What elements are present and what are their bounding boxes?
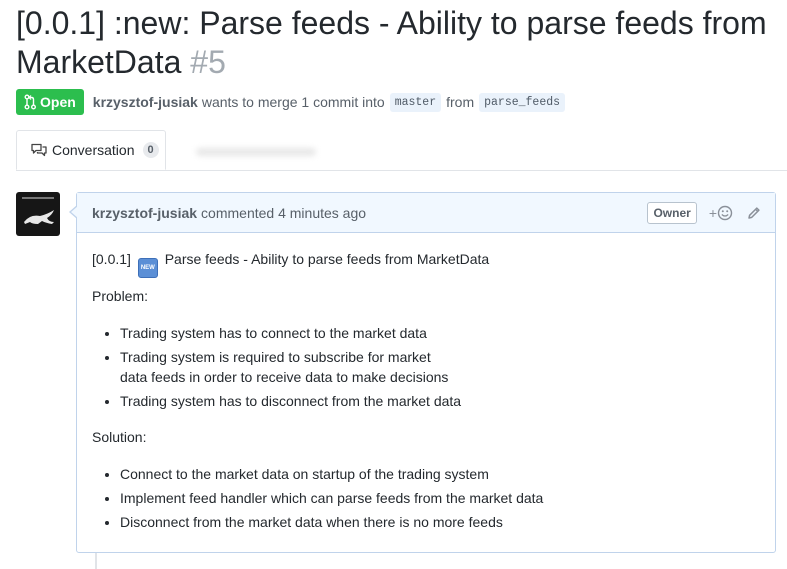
smiley-icon	[717, 205, 733, 221]
comment-actions: Owner +	[647, 193, 761, 233]
tab-bar: Conversation 0	[16, 130, 787, 171]
avatar[interactable]	[16, 192, 60, 236]
timeline-line	[95, 553, 97, 569]
comment-box: krzysztof-jusiak commented 4 minutes ago…	[69, 192, 776, 553]
list-item: Trading system is required to subscribe …	[120, 347, 760, 387]
pr-title: [0.0.1] :new: Parse feeds - Ability to p…	[16, 5, 767, 80]
merge-text: wants to merge 1 commit into	[201, 94, 385, 110]
comment-author[interactable]: krzysztof-jusiak	[92, 205, 197, 221]
head-branch[interactable]: parse_feeds	[479, 92, 566, 112]
comment-title: [0.0.1] NEW Parse feeds - Ability to par…	[92, 249, 760, 278]
solution-heading: Solution:	[92, 429, 147, 445]
git-pull-request-icon	[24, 94, 36, 110]
owner-label: Owner	[647, 202, 697, 224]
blurred-tabs	[196, 148, 316, 156]
list-item-line: data feeds in order to receive data to m…	[120, 369, 449, 385]
status-badge: Open	[16, 89, 84, 115]
problem-heading: Problem:	[92, 288, 149, 304]
list-item-line: Trading system is required to subscribe …	[120, 349, 431, 365]
pr-meta: Open krzysztof-jusiak wants to merge 1 c…	[16, 89, 570, 115]
tab-conversation[interactable]: Conversation 0	[16, 130, 166, 170]
problem-list: Trading system has to connect to the mar…	[92, 323, 760, 411]
list-item: Disconnect from the market data when the…	[120, 512, 760, 532]
title-prefix: [0.0.1]	[92, 251, 131, 267]
avatar-image	[24, 210, 54, 224]
page-title: [0.0.1] :new: Parse feeds - Ability to p…	[16, 4, 781, 82]
list-item: Trading system has to disconnect from th…	[120, 391, 760, 411]
comment-body: [0.0.1] NEW Parse feeds - Ability to par…	[77, 233, 775, 532]
pr-number: #5	[190, 44, 226, 80]
tab-conversation-label: Conversation	[52, 142, 135, 158]
reaction-plus: +	[708, 205, 717, 221]
new-emoji-icon: NEW	[137, 258, 158, 278]
add-reaction-button[interactable]: +	[709, 205, 733, 221]
title-rest: Parse feeds - Ability to parse feeds fro…	[164, 251, 490, 267]
from-text: from	[446, 94, 475, 110]
comment-discussion-icon	[31, 143, 47, 157]
solution-list: Connect to the market data on startup of…	[92, 464, 760, 532]
comment-timestamp[interactable]: commented 4 minutes ago	[201, 205, 366, 221]
list-item: Connect to the market data on startup of…	[120, 464, 760, 484]
base-branch[interactable]: master	[389, 92, 442, 112]
pencil-icon[interactable]	[747, 206, 761, 220]
author-link[interactable]: krzysztof-jusiak	[93, 94, 198, 110]
tab-conversation-count: 0	[142, 142, 159, 158]
comment-header: krzysztof-jusiak commented 4 minutes ago…	[77, 193, 775, 233]
status-label: Open	[40, 94, 76, 110]
list-item: Implement feed handler which can parse f…	[120, 488, 760, 508]
list-item: Trading system has to connect to the mar…	[120, 323, 760, 343]
